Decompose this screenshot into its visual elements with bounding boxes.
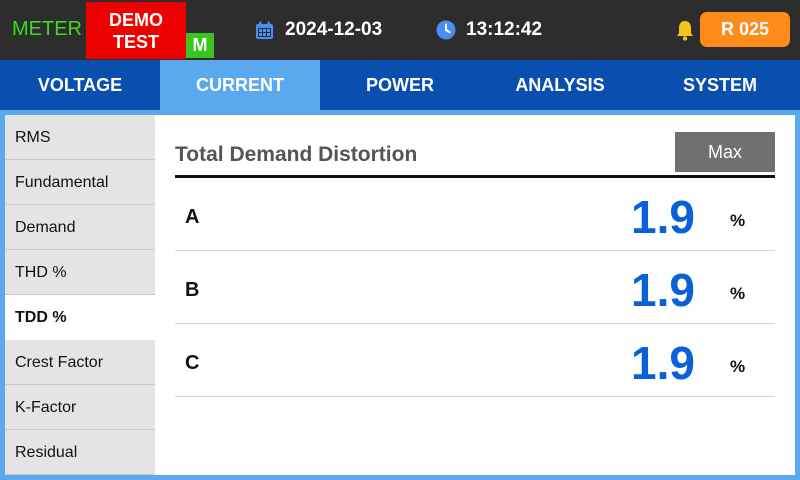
tab-voltage[interactable]: VOLTAGE [0, 60, 160, 110]
tdd-panel: Total Demand Distortion Max A 1.9 % B 1.… [155, 115, 795, 475]
sidebar-item-residual[interactable]: Residual [5, 430, 155, 475]
meter-label: METER [12, 18, 82, 40]
calendar-icon [256, 21, 273, 39]
phase-row-b: B 1.9 % [175, 251, 775, 324]
phase-label: A [185, 206, 200, 228]
date-readout: 2024-12-03 [285, 19, 383, 40]
phase-row-a: A 1.9 % [175, 178, 775, 251]
time-readout: 13:12:42 [466, 19, 543, 40]
phase-unit: % [730, 211, 746, 230]
sidebar-item-k-factor[interactable]: K-Factor [5, 385, 155, 430]
content-frame: RMS Fundamental Demand THD % TDD % Crest… [0, 110, 800, 480]
sidebar-item-demand[interactable]: Demand [5, 205, 155, 250]
sidebar-item-rms[interactable]: RMS [5, 115, 155, 160]
sidebar-menu: RMS Fundamental Demand THD % TDD % Crest… [5, 115, 155, 475]
phase-unit: % [730, 284, 746, 303]
phase-row-c: C 1.9 % [175, 324, 775, 397]
phase-label: C [185, 352, 200, 374]
tab-current[interactable]: CURRENT [160, 60, 320, 110]
phase-readings: A 1.9 % B 1.9 % C 1.9 % [175, 178, 775, 397]
main-tabs: VOLTAGE CURRENT POWER ANALYSIS SYSTEM [0, 60, 800, 110]
demo-badge: DEMO TEST [86, 2, 186, 59]
phase-value: 1.9 [631, 337, 695, 389]
clock-icon [436, 20, 456, 40]
tab-analysis[interactable]: ANALYSIS [480, 60, 640, 110]
bell-icon[interactable] [675, 19, 695, 41]
tab-power[interactable]: POWER [320, 60, 480, 110]
record-button[interactable]: R 025 [700, 12, 790, 47]
phase-unit: % [730, 357, 746, 376]
max-button[interactable]: Max [675, 132, 775, 172]
phase-label: B [185, 279, 200, 301]
sidebar-item-crest-factor[interactable]: Crest Factor [5, 340, 155, 385]
panel-title: Total Demand Distortion [175, 143, 418, 166]
sidebar-item-thd[interactable]: THD % [5, 250, 155, 295]
phase-value: 1.9 [631, 264, 695, 316]
status-bar: METER DEMO TEST M 2024-12-03 13:12:42 R 0… [0, 0, 800, 60]
mode-badge: M [186, 33, 214, 58]
sidebar-item-tdd[interactable]: TDD % [5, 295, 155, 340]
sidebar-item-fundamental[interactable]: Fundamental [5, 160, 155, 205]
tab-system[interactable]: SYSTEM [640, 60, 800, 110]
demo-badge-text: DEMO TEST [109, 10, 163, 52]
phase-value: 1.9 [631, 191, 695, 243]
